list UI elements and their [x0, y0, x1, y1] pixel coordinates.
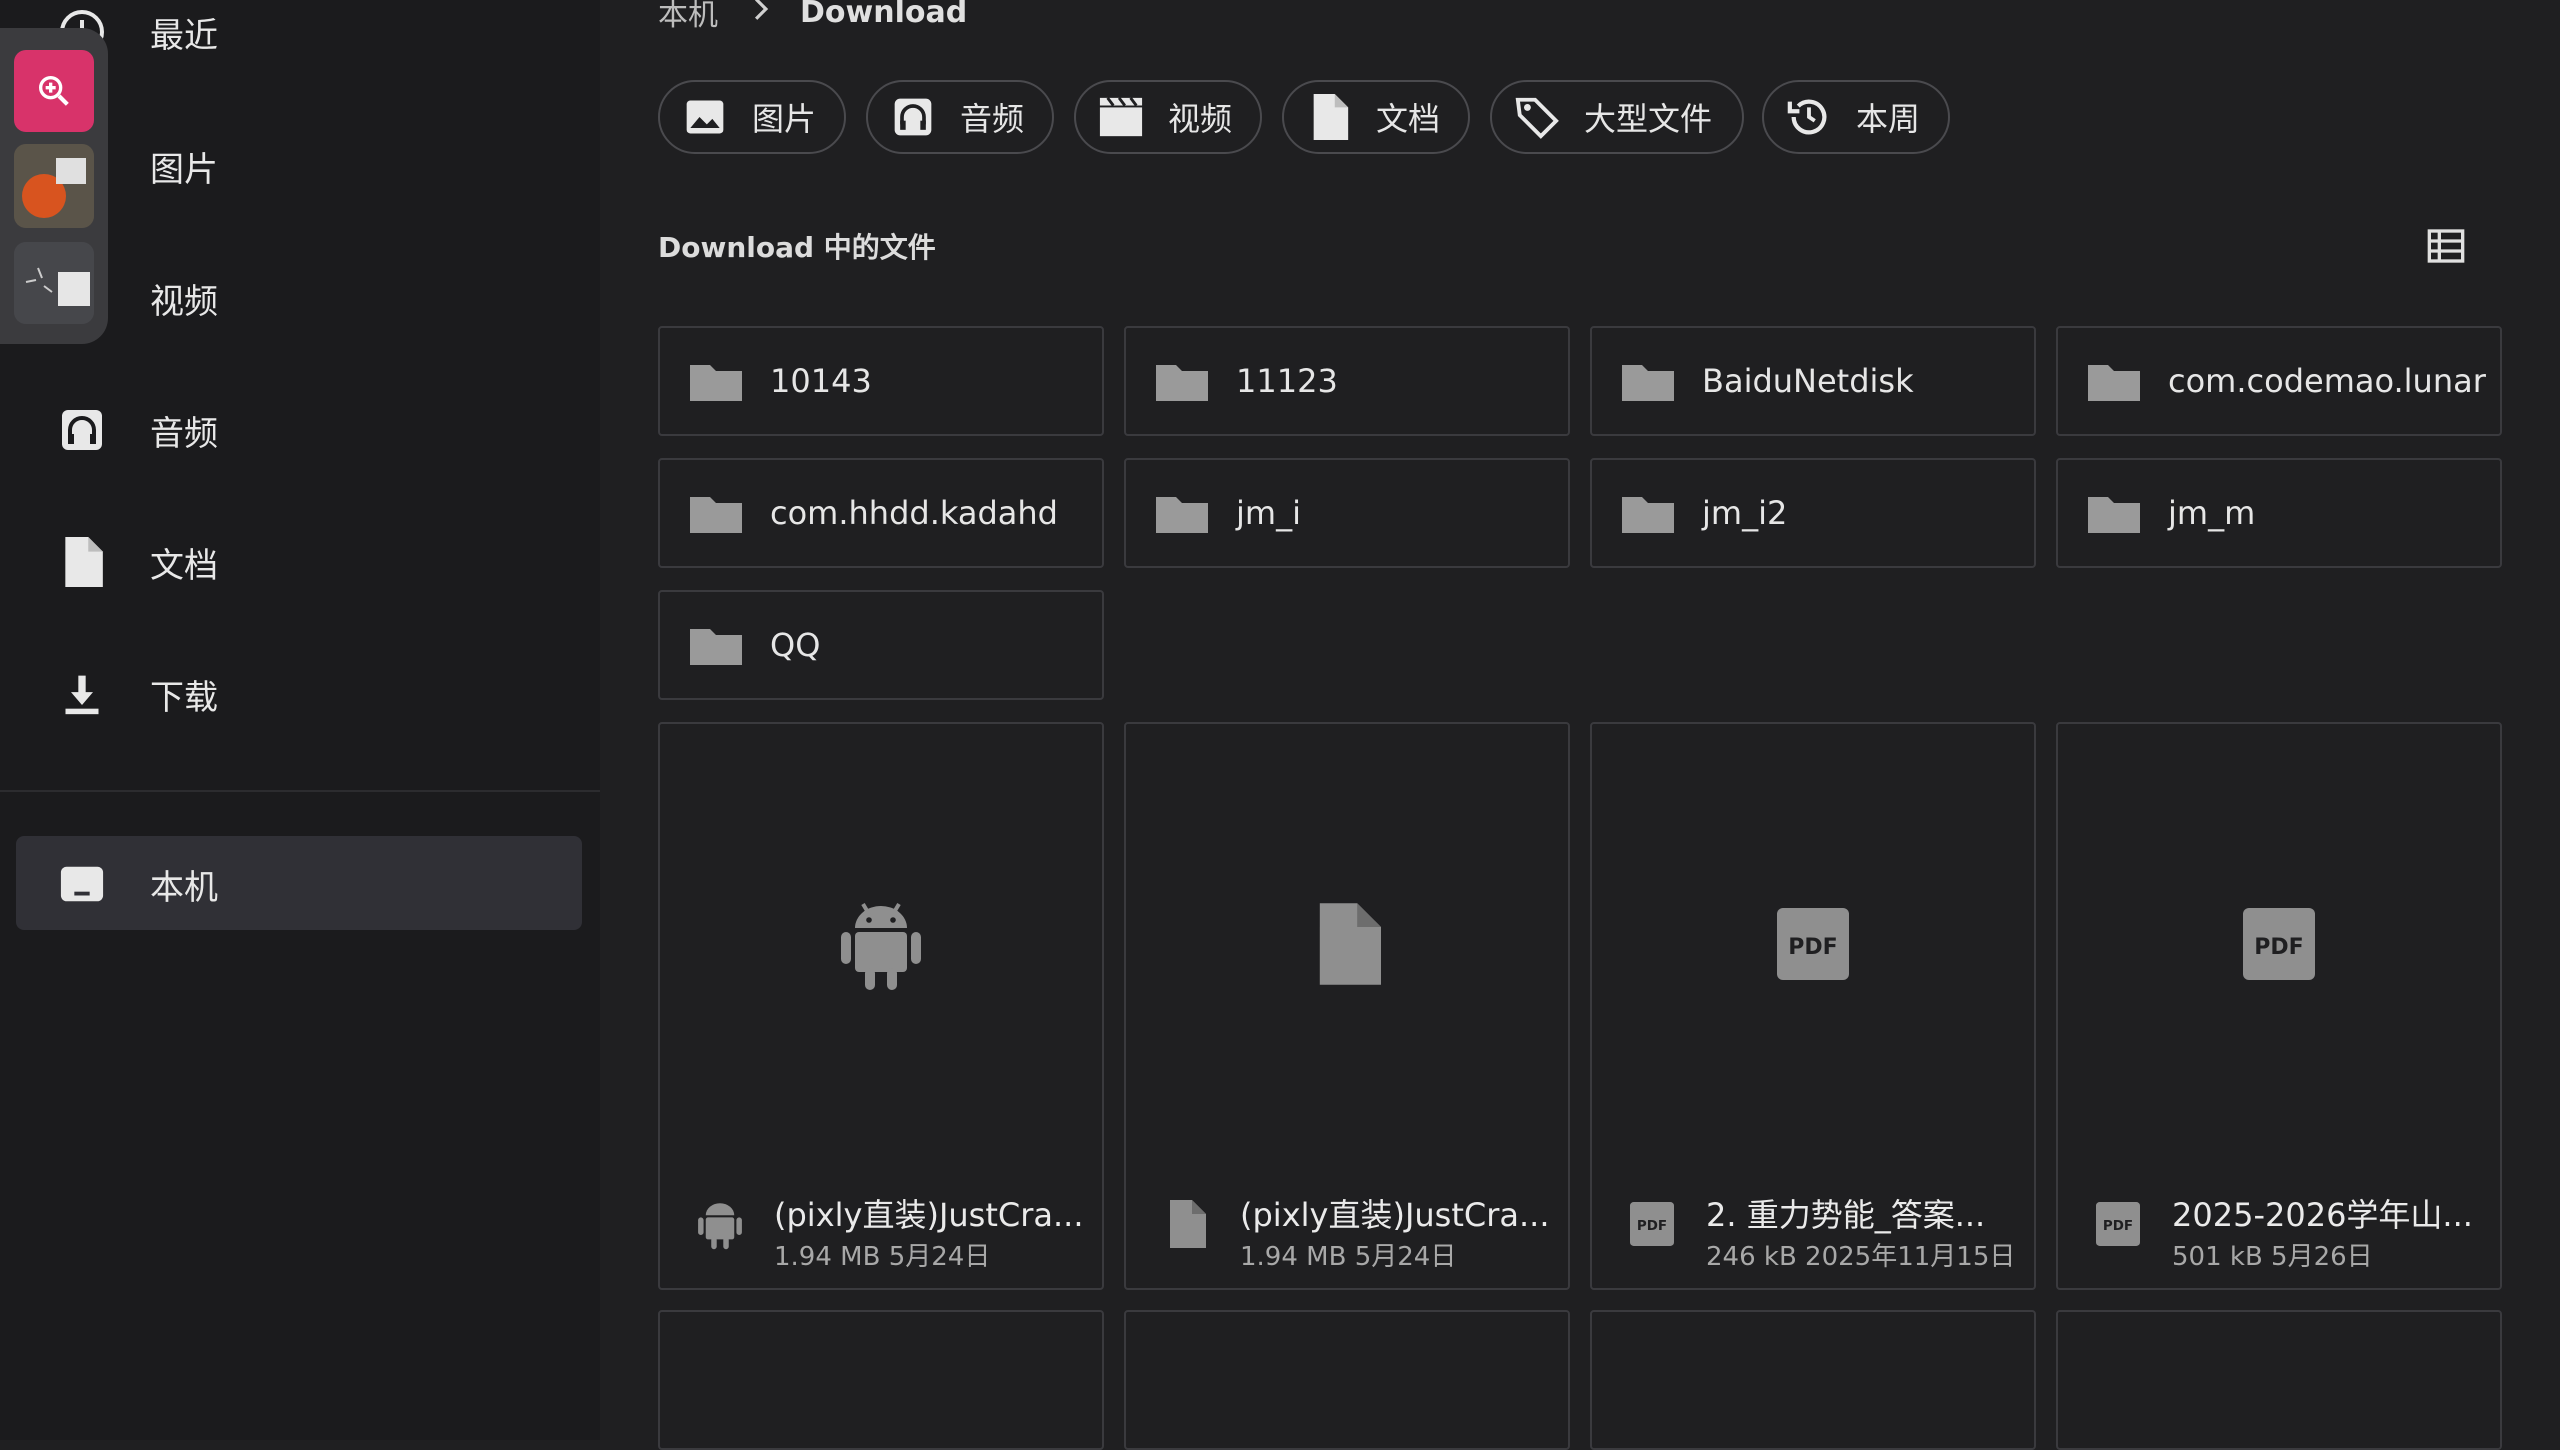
- folder-icon: [690, 493, 742, 533]
- file-card[interactable]: PDF PDF 2025-2026学年山... 501 kB 5月26日: [2056, 722, 2502, 1290]
- breadcrumb-root[interactable]: 本机: [658, 0, 718, 34]
- folder-item[interactable]: jm_i2: [1590, 458, 2036, 568]
- recent-thumbnail[interactable]: [14, 144, 94, 228]
- file-meta: 501 kB 5月26日: [2172, 1242, 2373, 1272]
- video-icon: [1098, 94, 1144, 140]
- folder-icon: [1156, 361, 1208, 401]
- file-card[interactable]: (pixly直装)JustCra... 1.94 MB 5月24日: [1124, 722, 1570, 1290]
- android-icon: [696, 1194, 744, 1254]
- file-name: 2. 重力势能_答案...: [1706, 1196, 1986, 1234]
- sidebar-item-label: 文档: [150, 545, 218, 586]
- filter-chip-label: 文档: [1376, 100, 1441, 138]
- zoom-in-icon[interactable]: [14, 50, 94, 132]
- tablet-icon: [56, 858, 108, 910]
- file-card[interactable]: PDF PDF 2. 重力势能_答案... 246 kB 2025年11月15日: [1590, 722, 2036, 1290]
- sidebar-divider: [0, 790, 600, 792]
- filter-chip-videos[interactable]: 视频: [1074, 80, 1262, 154]
- file-name: (pixly直装)JustCra...: [774, 1196, 1084, 1234]
- folder-icon: [1622, 493, 1674, 533]
- chevron-right-icon: [750, 0, 772, 30]
- image-icon: [682, 94, 728, 140]
- folder-item[interactable]: jm_i: [1124, 458, 1570, 568]
- headphones-icon: [56, 404, 108, 456]
- pdf-icon: PDF: [1592, 724, 2034, 1164]
- folder-icon: [2088, 493, 2140, 533]
- folder-name: 11123: [1236, 362, 1338, 400]
- folder-name: com.codemao.lunar: [2168, 362, 2486, 400]
- tag-icon: [1514, 94, 1560, 140]
- filter-chip-large-files[interactable]: 大型文件: [1490, 80, 1744, 154]
- filter-chip-documents[interactable]: 文档: [1282, 80, 1470, 154]
- file-name: 2025-2026学年山...: [2172, 1196, 2473, 1234]
- filter-chip-this-week[interactable]: 本周: [1762, 80, 1950, 154]
- headphones-icon: [890, 94, 936, 140]
- filter-chip-audio[interactable]: 音频: [866, 80, 1054, 154]
- recent-thumbnail[interactable]: [14, 242, 94, 324]
- folder-icon: [1156, 493, 1208, 533]
- pdf-icon: PDF: [2058, 724, 2500, 1164]
- file-card-partial[interactable]: [1124, 1310, 1570, 1450]
- folder-icon: [1622, 361, 1674, 401]
- sidebar-item-label: 音频: [150, 413, 218, 454]
- sidebar-item-device[interactable]: 本机: [0, 836, 600, 932]
- folder-name: jm_m: [2168, 494, 2256, 532]
- file-icon: [1126, 724, 1568, 1164]
- filter-chip-label: 本周: [1856, 100, 1921, 138]
- folder-name: jm_i2: [1702, 494, 1788, 532]
- floating-toolbar: [0, 28, 108, 344]
- file-card[interactable]: (pixly直装)JustCra... 1.94 MB 5月24日: [658, 722, 1104, 1290]
- pdf-icon: PDF: [1628, 1194, 1676, 1254]
- file-meta: 1.94 MB 5月24日: [774, 1242, 991, 1272]
- folder-name: jm_i: [1236, 494, 1301, 532]
- folder-item[interactable]: com.hhdd.kadahd: [658, 458, 1104, 568]
- android-icon: [660, 724, 1102, 1164]
- document-icon: [56, 536, 108, 588]
- sidebar-item-label: 视频: [150, 281, 218, 322]
- section-title: Download 中的文件: [658, 231, 936, 264]
- sidebar-item-documents[interactable]: 文档: [0, 514, 600, 610]
- folder-name: com.hhdd.kadahd: [770, 494, 1058, 532]
- filter-chip-images[interactable]: 图片: [658, 80, 846, 154]
- document-icon: [1306, 94, 1352, 140]
- filter-chip-label: 视频: [1168, 100, 1233, 138]
- pdf-badge-text: PDF: [2103, 1219, 2133, 1234]
- sidebar-item-label: 图片: [150, 149, 218, 190]
- history-icon: [1786, 94, 1832, 140]
- sidebar-item-label: 本机: [150, 867, 218, 908]
- folder-item[interactable]: BaiduNetdisk: [1590, 326, 2036, 436]
- folder-item[interactable]: 11123: [1124, 326, 1570, 436]
- list-view-icon[interactable]: [2426, 226, 2466, 266]
- file-card-partial[interactable]: [1590, 1310, 2036, 1450]
- folder-item[interactable]: QQ: [658, 590, 1104, 700]
- file-card-partial[interactable]: [2056, 1310, 2502, 1450]
- pdf-badge-text: PDF: [1788, 935, 1837, 960]
- breadcrumb: 本机 Download: [658, 0, 967, 34]
- download-icon: [56, 668, 108, 720]
- folder-item[interactable]: jm_m: [2056, 458, 2502, 568]
- sidebar-item-label: 下载: [150, 677, 218, 718]
- folder-name: QQ: [770, 626, 821, 664]
- folder-icon: [690, 361, 742, 401]
- folder-item[interactable]: 10143: [658, 326, 1104, 436]
- folder-icon: [2088, 361, 2140, 401]
- filter-chip-label: 大型文件: [1584, 100, 1713, 138]
- filter-chip-label: 图片: [752, 100, 817, 138]
- pdf-icon: PDF: [2094, 1194, 2142, 1254]
- file-meta: 1.94 MB 5月24日: [1240, 1242, 1457, 1272]
- folder-item[interactable]: com.codemao.lunar: [2056, 326, 2502, 436]
- pdf-badge-text: PDF: [1637, 1219, 1667, 1234]
- folder-name: 10143: [770, 362, 872, 400]
- breadcrumb-current[interactable]: Download: [800, 0, 967, 30]
- file-icon: [1162, 1194, 1210, 1254]
- sidebar-item-downloads[interactable]: 下载: [0, 646, 600, 742]
- pdf-badge-text: PDF: [2254, 935, 2303, 960]
- sidebar-item-audio[interactable]: 音频: [0, 382, 600, 478]
- folder-name: BaiduNetdisk: [1702, 362, 1914, 400]
- file-card-partial[interactable]: [658, 1310, 1104, 1450]
- sidebar-item-label: 最近: [150, 15, 218, 56]
- file-meta: 246 kB 2025年11月15日: [1706, 1242, 2016, 1272]
- folder-icon: [690, 625, 742, 665]
- file-name: (pixly直装)JustCra...: [1240, 1196, 1550, 1234]
- filter-chip-label: 音频: [960, 100, 1025, 138]
